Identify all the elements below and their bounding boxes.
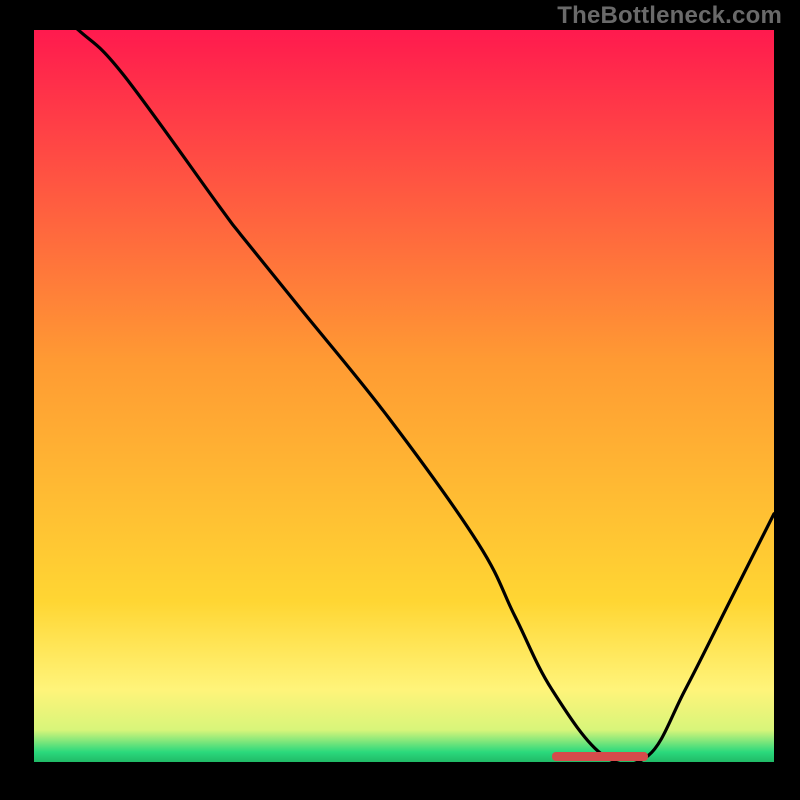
x-axis [26, 762, 774, 770]
plot-area [34, 30, 774, 763]
bottleneck-curve [34, 30, 774, 763]
optimal-range-marker [552, 752, 648, 761]
chart-container: { "watermark": "TheBottleneck.com", "col… [0, 0, 800, 800]
watermark-label: TheBottleneck.com [557, 2, 782, 30]
y-axis [26, 30, 34, 770]
